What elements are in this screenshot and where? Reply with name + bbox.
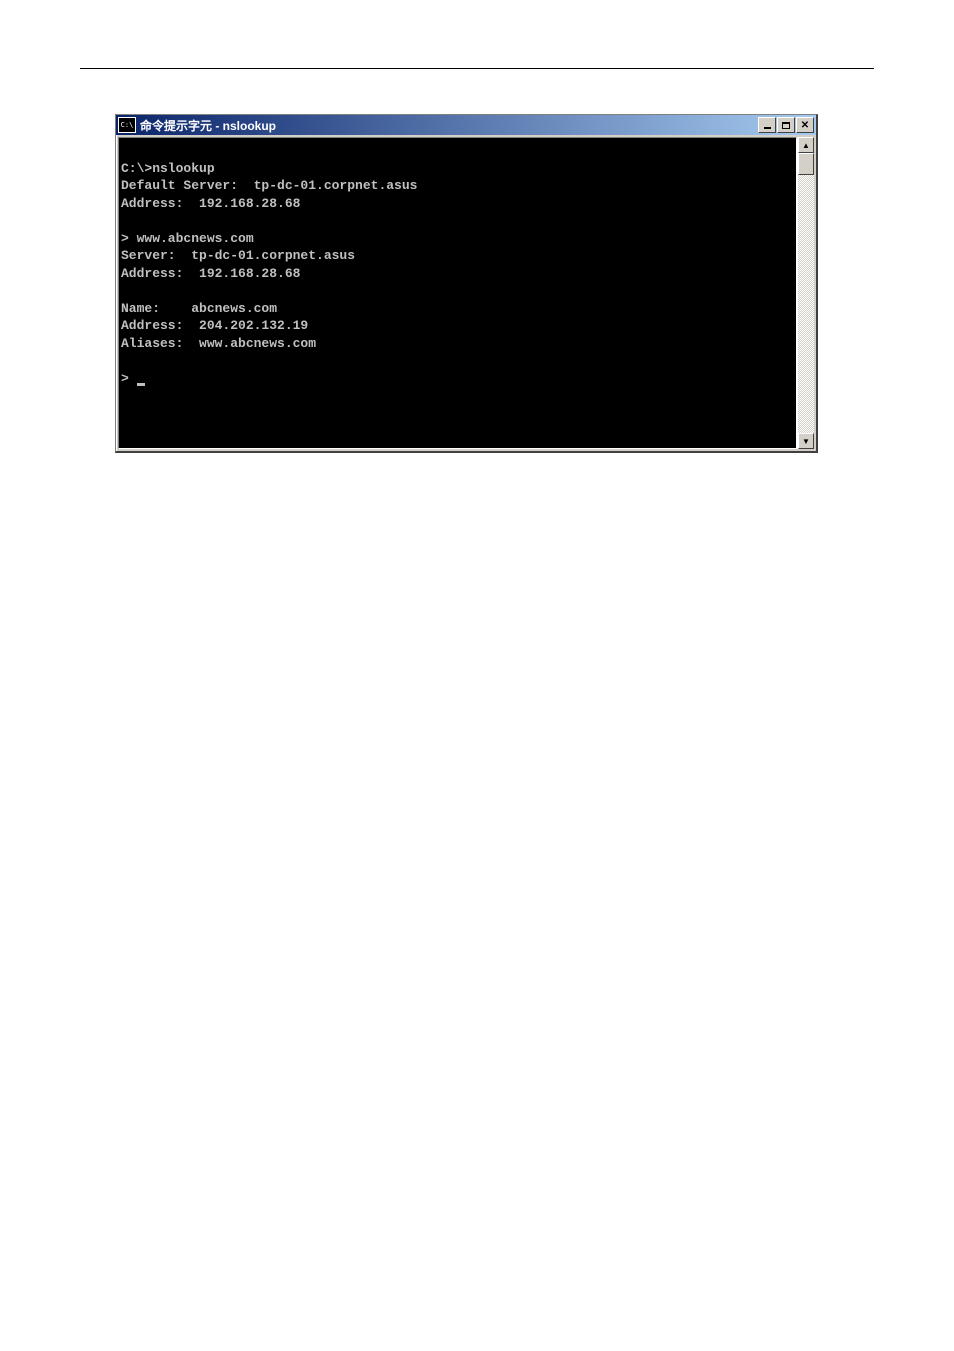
terminal-line: Address: 192.168.28.68 bbox=[121, 266, 300, 281]
scroll-thumb[interactable] bbox=[798, 153, 814, 175]
terminal-line: Address: 192.168.28.68 bbox=[121, 196, 300, 211]
terminal-line: Server: tp-dc-01.corpnet.asus bbox=[121, 248, 355, 263]
page-divider bbox=[80, 68, 874, 69]
terminal-line: Name: abcnews.com bbox=[121, 301, 277, 316]
terminal-line: Default Server: tp-dc-01.corpnet.asus bbox=[121, 178, 417, 193]
window-title: 命令提示字元 - nslookup bbox=[140, 117, 758, 134]
vertical-scrollbar[interactable]: ▲ ▼ bbox=[797, 137, 814, 449]
command-prompt-window: C:\ 命令提示字元 - nslookup ✕ C:\>nslookup Def… bbox=[115, 114, 818, 453]
document-page: C:\ 命令提示字元 - nslookup ✕ C:\>nslookup Def… bbox=[0, 0, 954, 453]
maximize-button[interactable] bbox=[777, 117, 795, 133]
cmd-icon: C:\ bbox=[118, 117, 136, 133]
terminal-output[interactable]: C:\>nslookup Default Server: tp-dc-01.co… bbox=[118, 137, 797, 449]
window-body: C:\>nslookup Default Server: tp-dc-01.co… bbox=[116, 135, 816, 451]
scroll-track[interactable] bbox=[798, 175, 814, 433]
minimize-button[interactable] bbox=[758, 117, 776, 133]
terminal-line: > www.abcnews.com bbox=[121, 231, 254, 246]
close-button[interactable]: ✕ bbox=[796, 117, 814, 133]
window-controls: ✕ bbox=[758, 117, 814, 133]
terminal-line: C:\>nslookup bbox=[121, 161, 215, 176]
scroll-down-button[interactable]: ▼ bbox=[798, 433, 814, 449]
scroll-up-button[interactable]: ▲ bbox=[798, 137, 814, 153]
terminal-line: Address: 204.202.132.19 bbox=[121, 318, 308, 333]
window-titlebar[interactable]: C:\ 命令提示字元 - nslookup ✕ bbox=[116, 115, 816, 135]
terminal-prompt: > bbox=[121, 371, 137, 386]
cursor-icon bbox=[137, 383, 145, 386]
terminal-line: Aliases: www.abcnews.com bbox=[121, 336, 316, 351]
